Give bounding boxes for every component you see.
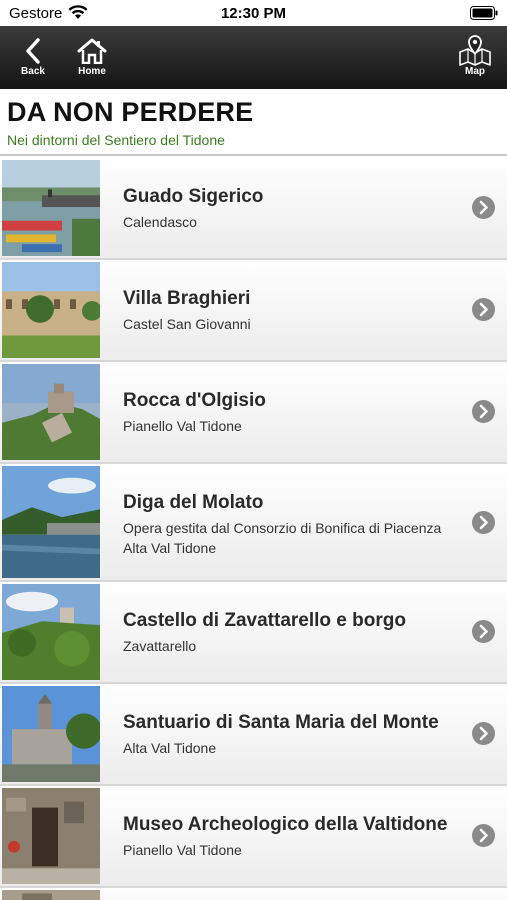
chevron-right-icon xyxy=(472,298,495,321)
back-arrow-icon xyxy=(26,38,40,64)
list-item[interactable] xyxy=(0,888,507,900)
list-item[interactable]: Guado Sigerico Calendasco xyxy=(0,158,507,260)
chevron-right-icon xyxy=(472,400,495,423)
page-title: DA NON PERDERE xyxy=(7,97,254,127)
place-title: Diga del Molato xyxy=(123,492,264,513)
place-thumbnail xyxy=(2,262,100,358)
map-icon xyxy=(459,35,491,66)
list-item[interactable]: Rocca d'Olgisio Pianello Val Tidone xyxy=(0,362,507,464)
navigation-bar: Back Home Map xyxy=(0,26,507,89)
place-subtitle: Pianello Val Tidone xyxy=(123,842,242,858)
places-list: Guado Sigerico Calendasco Villa Braghier… xyxy=(0,158,507,900)
place-thumbnail xyxy=(2,364,100,460)
place-title: Rocca d'Olgisio xyxy=(123,390,266,411)
list-item[interactable]: Santuario di Santa Maria del Monte Alta … xyxy=(0,684,507,786)
map-label: Map xyxy=(465,66,485,77)
place-title: Guado Sigerico xyxy=(123,186,264,207)
place-subtitle: Pianello Val Tidone xyxy=(123,418,242,434)
place-subtitle: Alta Val Tidone xyxy=(123,740,217,756)
list-item[interactable]: Diga del Molato Opera gestita dal Consor… xyxy=(0,464,507,582)
place-thumbnail xyxy=(2,160,100,256)
home-button[interactable]: Home xyxy=(72,26,112,89)
place-thumbnail xyxy=(2,788,100,884)
place-thumbnail xyxy=(2,466,100,578)
list-item[interactable]: Museo Archeologico della Valtidone Piane… xyxy=(0,786,507,888)
status-bar: Gestore 12:30 PM xyxy=(0,0,507,26)
place-subtitle: Calendasco xyxy=(123,214,197,230)
status-time: 12:30 PM xyxy=(220,5,287,22)
map-button[interactable]: Map xyxy=(455,26,495,89)
back-button[interactable]: Back xyxy=(16,26,50,89)
place-subtitle: Opera gestita dal Consorzio di Bonifica … xyxy=(123,520,442,556)
chevron-right-icon xyxy=(472,620,495,643)
place-title: Museo Archeologico della Valtidone xyxy=(123,814,448,835)
chevron-right-icon xyxy=(472,196,495,219)
chevron-right-icon xyxy=(472,511,495,534)
page-subtitle: Nei dintorni del Sentiero del Tidone xyxy=(7,132,225,148)
chevron-right-icon xyxy=(472,824,495,847)
place-title: Santuario di Santa Maria del Monte xyxy=(123,712,439,733)
battery-icon xyxy=(470,6,498,20)
page-header: DA NON PERDERE Nei dintorni del Sentiero… xyxy=(0,89,507,156)
home-icon xyxy=(77,38,107,64)
list-item[interactable]: Villa Braghieri Castel San Giovanni xyxy=(0,260,507,362)
place-thumbnail xyxy=(2,686,100,782)
place-subtitle: Castel San Giovanni xyxy=(123,316,251,332)
chevron-right-icon xyxy=(472,722,495,745)
back-label: Back xyxy=(21,66,45,77)
place-subtitle: Zavattarello xyxy=(123,638,197,654)
place-thumbnail xyxy=(2,890,100,900)
list-item[interactable]: Castello di Zavattarello e borgo Zavatta… xyxy=(0,582,507,684)
place-title: Castello di Zavattarello e borgo xyxy=(123,610,406,631)
place-thumbnail xyxy=(2,584,100,680)
home-label: Home xyxy=(78,66,106,77)
place-title: Villa Braghieri xyxy=(123,288,251,309)
